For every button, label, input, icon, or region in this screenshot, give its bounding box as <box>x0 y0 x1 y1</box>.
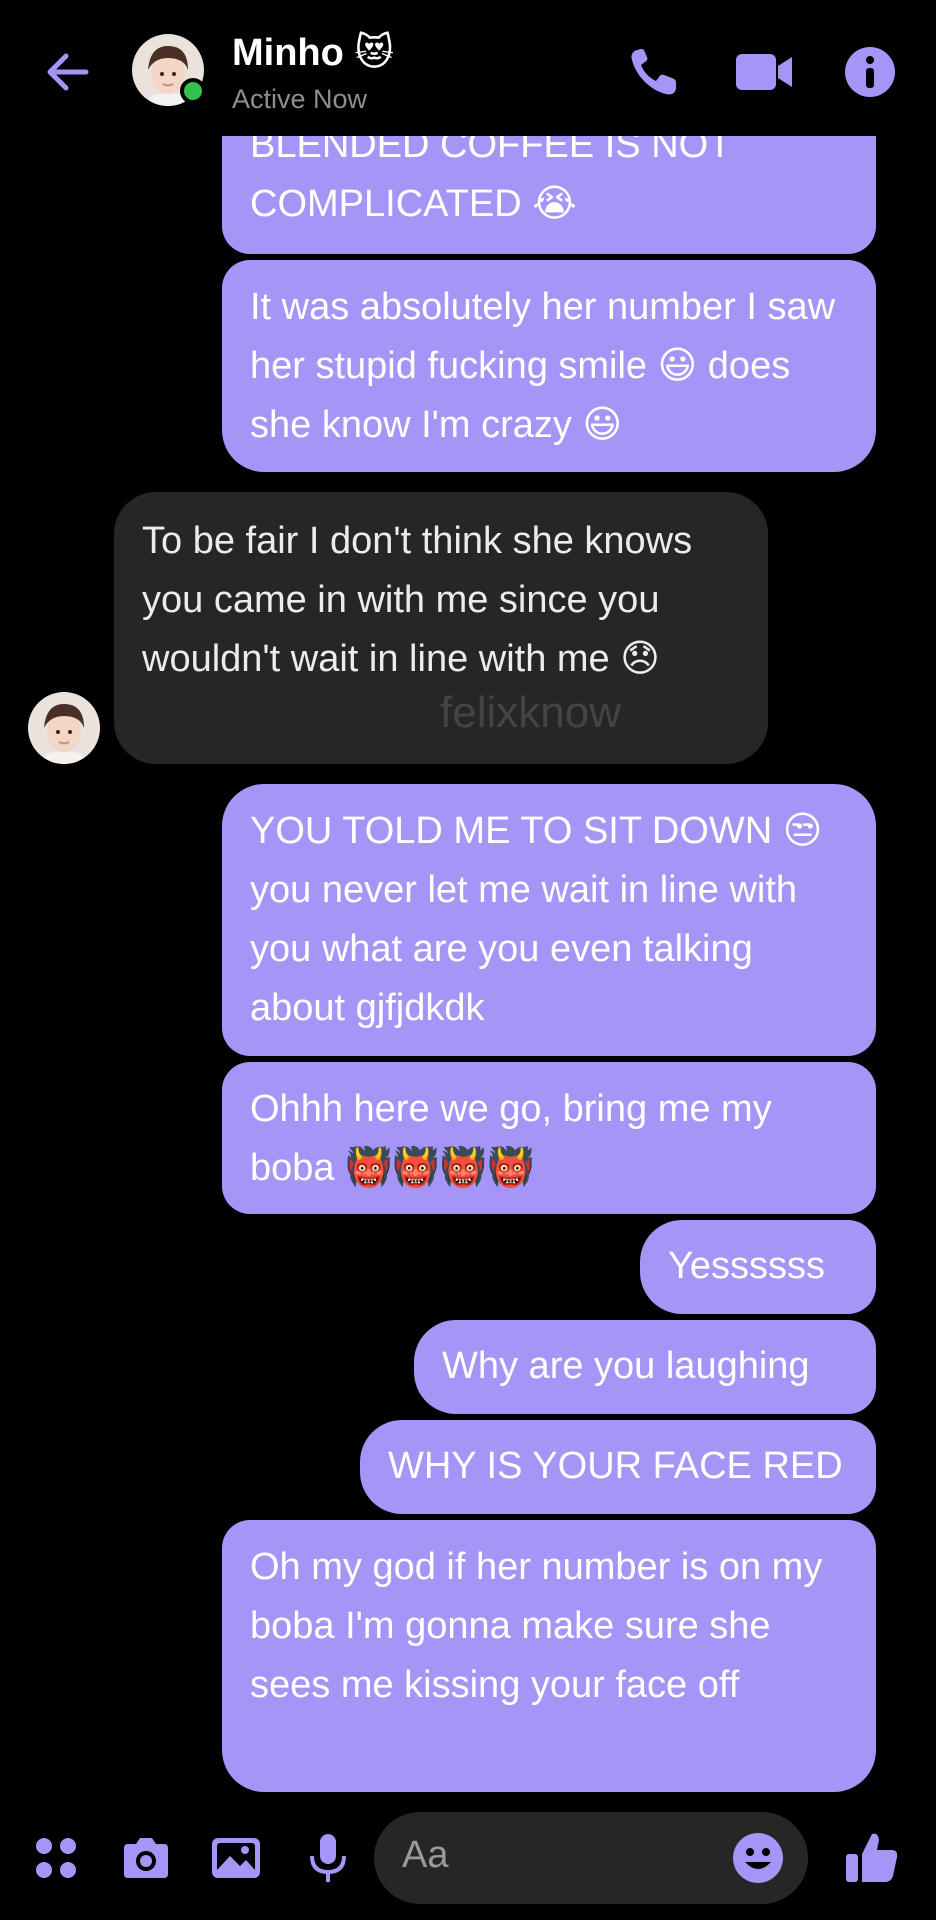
message-text: Oh my god if her number is on my boba I'… <box>250 1546 823 1706</box>
smiley-icon[interactable] <box>730 1830 786 1886</box>
message-input-placeholder: Aa <box>402 1834 449 1876</box>
back-arrow-icon[interactable] <box>40 44 96 100</box>
camera-icon[interactable] <box>118 1830 174 1886</box>
message-bubble-outgoing[interactable]: Ohhh here we go, bring me my boba 👹👹👹👹 <box>222 1062 876 1214</box>
video-camera-icon[interactable] <box>732 44 796 100</box>
message-bubble-outgoing[interactable]: Yessssss <box>640 1220 876 1314</box>
image-icon[interactable] <box>208 1830 264 1886</box>
message-text: WHY IS YOUR FACE RED <box>388 1445 843 1487</box>
contact-avatar[interactable] <box>132 34 206 106</box>
message-list[interactable]: BLENDED COFFEE IS NOT COMPLICATED 😭 It w… <box>0 0 936 1800</box>
contact-name[interactable]: Minho 😻 <box>232 30 394 75</box>
message-bubble-outgoing[interactable]: Oh my god if her number is on my boba I'… <box>222 1520 876 1792</box>
thumbs-up-icon[interactable] <box>842 1828 902 1888</box>
conversation-header: Minho 😻 Active Now <box>0 0 936 136</box>
message-bubble-outgoing[interactable]: YOU TOLD ME TO SIT DOWN 😒 you never let … <box>222 784 876 1056</box>
four-dots-icon[interactable] <box>28 1830 84 1886</box>
message-bubble-outgoing[interactable]: WHY IS YOUR FACE RED <box>360 1420 876 1514</box>
microphone-icon[interactable] <box>300 1830 356 1886</box>
phone-icon[interactable] <box>624 44 684 100</box>
message-composer: Aa <box>0 1800 936 1920</box>
contact-status: Active Now <box>232 84 368 114</box>
message-text: To be fair I don't think she knows you c… <box>142 520 693 680</box>
message-bubble-outgoing[interactable]: BLENDED COFFEE IS NOT COMPLICATED 😭 <box>222 118 876 254</box>
message-input[interactable]: Aa <box>374 1812 808 1904</box>
message-bubble-outgoing[interactable]: It was absolutely her number I saw her s… <box>222 260 876 472</box>
sender-avatar[interactable] <box>28 692 100 764</box>
online-status-dot <box>180 78 206 104</box>
message-text: Yessssss <box>668 1245 825 1287</box>
message-text: Why are you laughing <box>442 1345 810 1387</box>
message-text: YOU TOLD ME TO SIT DOWN 😒 you never let … <box>250 810 823 1029</box>
message-text: It was absolutely her number I saw her s… <box>250 286 836 446</box>
message-text: Ohhh here we go, bring me my boba 👹👹👹👹 <box>250 1088 772 1189</box>
info-icon[interactable] <box>842 44 898 100</box>
message-bubble-outgoing[interactable]: Why are you laughing <box>414 1320 876 1414</box>
watermark: felixknow <box>440 688 621 737</box>
